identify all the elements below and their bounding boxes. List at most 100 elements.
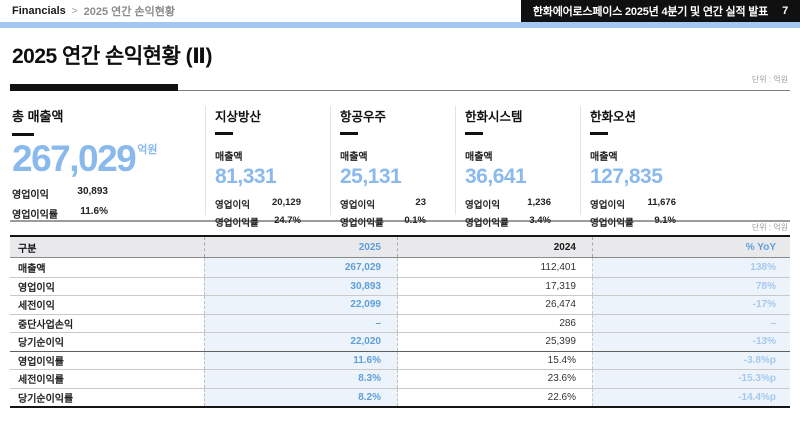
metric-label: 영업이익	[215, 197, 263, 211]
value-2025: 8.3%	[204, 370, 398, 388]
top-bar: Financials > 2025 연간 손익현황 한화에어로스페이스 2025…	[0, 0, 800, 22]
segment-revenue-value: 81,331	[215, 165, 330, 189]
table-row: 매출액 267,029 112,401 138%	[10, 258, 790, 277]
segment-title: 항공우주	[340, 106, 455, 125]
metric-value: 0.1%	[388, 215, 426, 229]
table-header-row: 구분 2025 2024 % YoY	[10, 237, 790, 258]
row-label: 매출액	[10, 258, 204, 277]
total-metric-rows: 영업이익 30,893 영업이익률 11.6%	[12, 186, 205, 221]
value-2025: 8.2%	[204, 389, 398, 407]
metric-value: 20,129	[263, 197, 301, 211]
metric-row: 영업이익 30,893	[12, 186, 205, 201]
segment-revenue-label: 매출액	[590, 148, 790, 163]
metric-label: 영업이익	[465, 197, 513, 211]
value-2025: –	[204, 315, 398, 333]
accent-bar	[0, 22, 800, 28]
segment-card-ground-defense: 지상방산 매출액 81,331 영업이익 20,129 영업이익률 24.7%	[205, 106, 330, 215]
metric-label: 영업이익률	[12, 206, 66, 221]
metric-value: 23	[388, 197, 426, 211]
value-2025: 11.6%	[204, 352, 398, 370]
table-row: 영업이익률 11.6% 15.4% -3.8%p	[10, 351, 790, 370]
row-label: 영업이익률	[10, 352, 204, 370]
dash-accent	[215, 132, 233, 135]
dash-accent	[12, 133, 34, 136]
breadcrumb: Financials > 2025 연간 손익현황	[0, 0, 175, 22]
value-2024: 25,399	[398, 333, 592, 351]
segment-revenue-label: 매출액	[215, 148, 330, 163]
metric-value: 1,236	[513, 197, 551, 211]
segment-metric-rows: 영업이익 1,236 영업이익률 3.4%	[465, 197, 580, 229]
value-2025: 30,893	[204, 278, 398, 296]
total-revenue-card: 총 매출액 267,029억원 영업이익 30,893 영업이익률 11.6%	[12, 106, 205, 215]
segment-card-aerospace: 항공우주 매출액 25,131 영업이익 23 영업이익률 0.1%	[330, 106, 455, 215]
metric-row: 영업이익률 3.4%	[465, 215, 580, 229]
metric-value: 24.7%	[263, 215, 301, 229]
metric-label: 영업이익	[12, 186, 66, 201]
table-row: 영업이익 30,893 17,319 78%	[10, 277, 790, 296]
metric-row: 영업이익 23	[340, 197, 455, 211]
value-yoy: -15.3%p	[592, 370, 790, 388]
value-2025: 22,020	[204, 333, 398, 351]
value-2024: 26,474	[398, 296, 592, 314]
metric-label: 영업이익률	[340, 215, 388, 229]
metric-row: 영업이익 20,129	[215, 197, 330, 211]
metric-label: 영업이익률	[215, 215, 263, 229]
value-yoy: -3.8%p	[592, 352, 790, 370]
row-label: 당기순이익률	[10, 389, 204, 407]
table-row: 세전이익률 8.3% 23.6% -15.3%p	[10, 369, 790, 388]
pnl-table: 구분 2025 2024 % YoY 매출액 267,029 112,401 1…	[10, 235, 790, 408]
metric-label: 영업이익	[340, 197, 388, 211]
row-label: 영업이익	[10, 278, 204, 296]
segment-card-hanwha-systems: 한화시스템 매출액 36,641 영업이익 1,236 영업이익률 3.4%	[455, 106, 580, 215]
row-label: 중단사업손익	[10, 315, 204, 333]
column-header-2024: 2024	[398, 237, 592, 257]
value-2024: 15.4%	[398, 352, 592, 370]
value-2024: 17,319	[398, 278, 592, 296]
metric-label: 영업이익률	[590, 215, 638, 229]
value-2024: 23.6%	[398, 370, 592, 388]
dash-accent	[465, 132, 483, 135]
column-header-gubun: 구분	[10, 237, 204, 257]
column-header-yoy: % YoY	[592, 237, 790, 257]
slide: Financials > 2025 연간 손익현황 한화에어로스페이스 2025…	[0, 0, 800, 447]
value-yoy: 78%	[592, 278, 790, 296]
column-header-2025: 2025	[204, 237, 398, 257]
segment-revenue-label: 매출액	[465, 148, 580, 163]
metric-label: 영업이익률	[465, 215, 513, 229]
segment-revenue-value: 127,835	[590, 165, 790, 189]
breadcrumb-separator-icon: >	[72, 6, 78, 17]
metric-row: 영업이익 1,236	[465, 197, 580, 211]
divider-black-accent	[10, 84, 178, 91]
metric-value: 30,893	[66, 186, 108, 201]
segment-metric-rows: 영업이익 23 영업이익률 0.1%	[340, 197, 455, 229]
segment-revenue-value: 36,641	[465, 165, 580, 189]
metric-value: 11,676	[638, 197, 676, 211]
table-row: 당기순이익 22,020 25,399 -13%	[10, 332, 790, 351]
value-2024: 112,401	[398, 258, 592, 277]
metric-value: 11.6%	[66, 206, 108, 221]
value-2025: 22,099	[204, 296, 398, 314]
row-label: 당기순이익	[10, 333, 204, 351]
breadcrumb-root: Financials	[12, 5, 66, 17]
metric-row: 영업이익률 0.1%	[340, 215, 455, 229]
value-yoy: -17%	[592, 296, 790, 314]
segment-card-hanwha-ocean: 한화오션 매출액 127,835 영업이익 11,676 영업이익률 9.1%	[580, 106, 790, 215]
segment-metric-rows: 영업이익 20,129 영업이익률 24.7%	[215, 197, 330, 229]
dash-accent	[590, 132, 608, 135]
segment-title: 한화오션	[590, 106, 790, 125]
deck-title-badge: 한화에어로스페이스 2025년 4분기 및 연간 실적 발표 7	[521, 0, 800, 22]
table-row: 세전이익 22,099 26,474 -17%	[10, 295, 790, 314]
value-yoy: -14.4%p	[592, 389, 790, 407]
metric-value: 3.4%	[513, 215, 551, 229]
value-yoy: -13%	[592, 333, 790, 351]
metric-row: 영업이익률 11.6%	[12, 206, 205, 221]
value-yoy: –	[592, 315, 790, 333]
row-label: 세전이익	[10, 296, 204, 314]
segment-revenue-label: 매출액	[340, 148, 455, 163]
metric-label: 영업이익	[590, 197, 638, 211]
breadcrumb-current: 2025 연간 손익현황	[84, 3, 175, 19]
page-number: 7	[782, 5, 788, 17]
table-row: 당기순이익률 8.2% 22.6% -14.4%p	[10, 388, 790, 407]
total-revenue-value-wrap: 267,029억원	[12, 140, 205, 177]
section-divider-top	[10, 85, 790, 91]
